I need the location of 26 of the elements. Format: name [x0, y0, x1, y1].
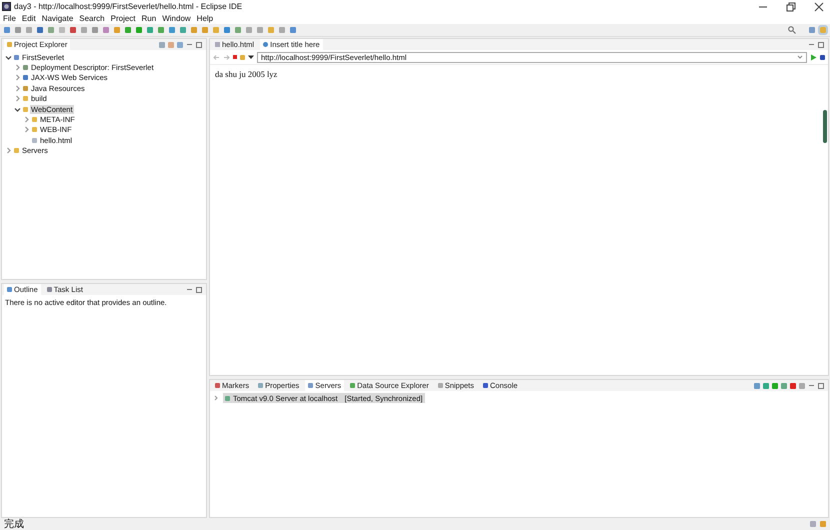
maximize-icon[interactable] — [818, 42, 824, 48]
menu-item[interactable]: Project — [110, 14, 136, 23]
page-text: da shu ju 2005 lyz — [214, 68, 278, 81]
caret-icon[interactable] — [248, 54, 254, 60]
forward-icon[interactable] — [223, 54, 230, 60]
maximize-icon[interactable] — [196, 42, 202, 48]
file-icon — [32, 138, 37, 143]
go-icon[interactable] — [810, 54, 817, 60]
window-title: day3 - http://localhost:9999/FirstSeverlet/hello.html - Eclipse IDE — [14, 2, 242, 11]
menu-item[interactable]: Navigate — [42, 14, 74, 23]
menu-item[interactable]: Run — [142, 14, 156, 23]
scrollbar-thumb[interactable] — [823, 110, 827, 143]
maximize-icon[interactable] — [196, 286, 202, 292]
status-text: 完成 — [4, 518, 24, 530]
back-icon[interactable] — [213, 54, 220, 60]
menu-item[interactable]: Edit — [22, 14, 36, 23]
restore-icon[interactable] — [786, 2, 796, 12]
app-icon — [2, 2, 11, 11]
menu-item[interactable]: Help — [196, 14, 214, 23]
menu-item[interactable]: Window — [162, 14, 191, 23]
search-icon[interactable] — [788, 26, 796, 34]
menu-item[interactable]: Search — [79, 14, 105, 23]
maximize-icon[interactable] — [818, 382, 824, 388]
folder-icon — [14, 148, 19, 154]
close-icon[interactable] — [814, 2, 824, 12]
menu-item[interactable]: File — [3, 14, 16, 23]
